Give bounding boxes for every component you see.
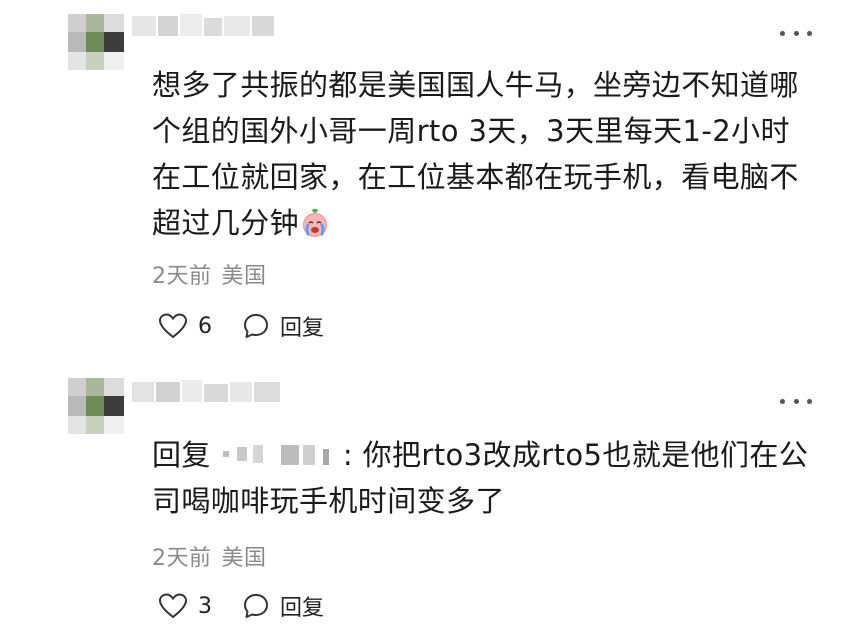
more-options-button[interactable] — [780, 28, 812, 38]
speech-bubble-icon — [244, 314, 268, 338]
comment-text: 想多了共振的都是美国国人牛马，坐旁边不知道哪个组的国外小哥一周rto 3天，3天… — [152, 62, 812, 252]
crying-face-emoji — [299, 206, 331, 252]
reply-label: 回复 — [280, 316, 325, 341]
like-count: 6 — [198, 313, 212, 339]
username-blurred[interactable] — [132, 378, 292, 406]
comment-location: 美国 — [221, 264, 267, 289]
more-options-button[interactable] — [780, 396, 812, 406]
comment-actions: 6 回复 — [158, 310, 324, 342]
comment-text-content: 想多了共振的都是美国国人牛马，坐旁边不知道哪个组的国外小哥一周rto 3天，3天… — [152, 68, 799, 240]
comment-time: 2天前 — [152, 546, 212, 571]
comment-meta: 2天前 美国 — [152, 258, 267, 290]
comment-meta: 2天前 美国 — [152, 540, 267, 572]
username-blurred[interactable] — [132, 12, 282, 40]
comment-location: 美国 — [221, 546, 267, 571]
like-button[interactable]: 6 — [158, 312, 212, 340]
reply-label: 回复 — [280, 596, 325, 621]
mentioned-username-blurred[interactable] — [219, 441, 337, 467]
reply-prefix: 回复 — [152, 438, 211, 472]
reply-button[interactable]: 回复 — [242, 310, 324, 342]
like-button[interactable]: 3 — [158, 592, 212, 620]
heart-outline-icon — [158, 313, 188, 339]
heart-outline-icon — [158, 593, 188, 619]
more-dots-icon — [780, 30, 785, 36]
comment-time: 2天前 — [152, 264, 212, 289]
comment-text: 回复 : 你把rto3改成rto5也就是他们在公司喝咖啡玩手机时间变多了 — [152, 432, 812, 524]
like-count: 3 — [198, 593, 212, 619]
speech-bubble-icon — [244, 594, 268, 618]
avatar[interactable] — [68, 378, 124, 434]
reply-button[interactable]: 回复 — [242, 590, 324, 622]
comment-item: 想多了共振的都是美国国人牛马，坐旁边不知道哪个组的国外小哥一周rto 3天，3天… — [0, 0, 856, 368]
comment-actions: 3 回复 — [158, 590, 324, 622]
avatar[interactable] — [68, 14, 124, 70]
comment-item: 回复 : 你把rto3改成rto5也就是他们在公司喝咖啡玩手机时间变多了 2天前… — [0, 368, 856, 640]
more-dots-icon — [780, 398, 785, 404]
